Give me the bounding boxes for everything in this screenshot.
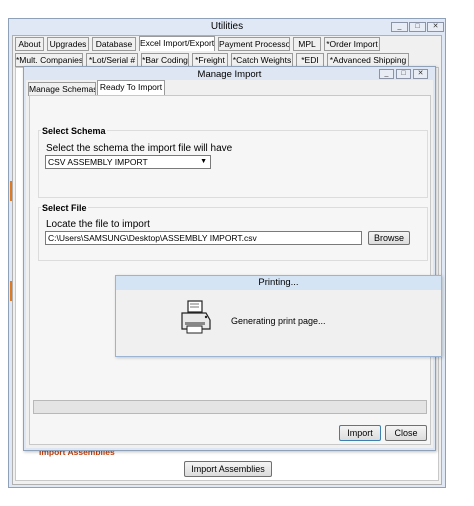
manage-import-maximize-button[interactable]: □ <box>396 69 411 79</box>
tab-mpl[interactable]: MPL <box>293 37 321 51</box>
printing-dialog: Printing... Generating print page... <box>115 275 442 357</box>
tab-order-import[interactable]: *Order Import <box>324 37 380 51</box>
tab-database[interactable]: Database <box>92 37 136 51</box>
printing-title: Printing... <box>258 277 299 288</box>
tab-payment-processor[interactable]: Payment Processor <box>218 37 290 51</box>
printer-icon <box>179 300 213 334</box>
tab-advanced-shipping[interactable]: *Advanced Shipping <box>327 53 409 67</box>
select-file-heading: Select File <box>41 203 88 213</box>
manage-import-close-button[interactable]: ✕ <box>413 69 428 79</box>
select-schema-heading: Select Schema <box>41 126 107 136</box>
schema-select-value: CSV ASSEMBLY IMPORT <box>48 157 148 167</box>
import-assemblies-button[interactable]: Import Assemblies <box>184 461 272 477</box>
close-dialog-button[interactable]: Close <box>385 425 427 441</box>
tab-catch-weights[interactable]: *Catch Weights <box>231 53 293 67</box>
schema-select[interactable]: CSV ASSEMBLY IMPORT ▼ <box>45 155 211 169</box>
close-button[interactable]: ✕ <box>427 22 444 32</box>
tab-manage-schemas[interactable]: Manage Schemas <box>28 82 96 96</box>
tab-upgrades[interactable]: Upgrades <box>47 37 89 51</box>
tab-lot-serial[interactable]: *Lot/Serial # <box>86 53 138 67</box>
maximize-button[interactable]: □ <box>409 22 426 32</box>
browse-button[interactable]: Browse <box>368 231 410 245</box>
tab-freight[interactable]: *Freight <box>192 53 228 67</box>
chevron-down-icon: ▼ <box>200 158 207 165</box>
utilities-title: Utilities <box>210 21 244 32</box>
manage-import-minimize-button[interactable]: _ <box>379 69 394 79</box>
minimize-button[interactable]: _ <box>391 22 408 32</box>
left-edge-orange-marker <box>10 181 12 201</box>
tab-ready-to-import[interactable]: Ready To Import <box>97 80 165 96</box>
tab-excel-import-export[interactable]: Excel Import/Export <box>139 36 215 51</box>
import-progress-bar <box>33 400 427 414</box>
left-edge-orange-marker-2 <box>10 281 12 301</box>
tab-bar-coding[interactable]: *Bar Coding <box>141 53 189 67</box>
file-path-input[interactable]: C:\Users\SAMSUNG\Desktop\ASSEMBLY IMPORT… <box>45 231 362 245</box>
select-file-prompt: Locate the file to import <box>46 219 150 230</box>
manage-import-title: Manage Import <box>197 69 262 80</box>
tab-mult-companies[interactable]: *Mult. Companies <box>15 53 83 67</box>
printing-message: Generating print page... <box>231 316 326 326</box>
import-button[interactable]: Import <box>339 425 381 441</box>
manage-import-window: Manage Import _ □ ✕ Manage Schemas Ready… <box>23 66 436 451</box>
tab-about[interactable]: About <box>15 37 44 51</box>
tab-edi[interactable]: *EDI <box>296 53 324 67</box>
select-schema-prompt: Select the schema the import file will h… <box>46 143 233 154</box>
